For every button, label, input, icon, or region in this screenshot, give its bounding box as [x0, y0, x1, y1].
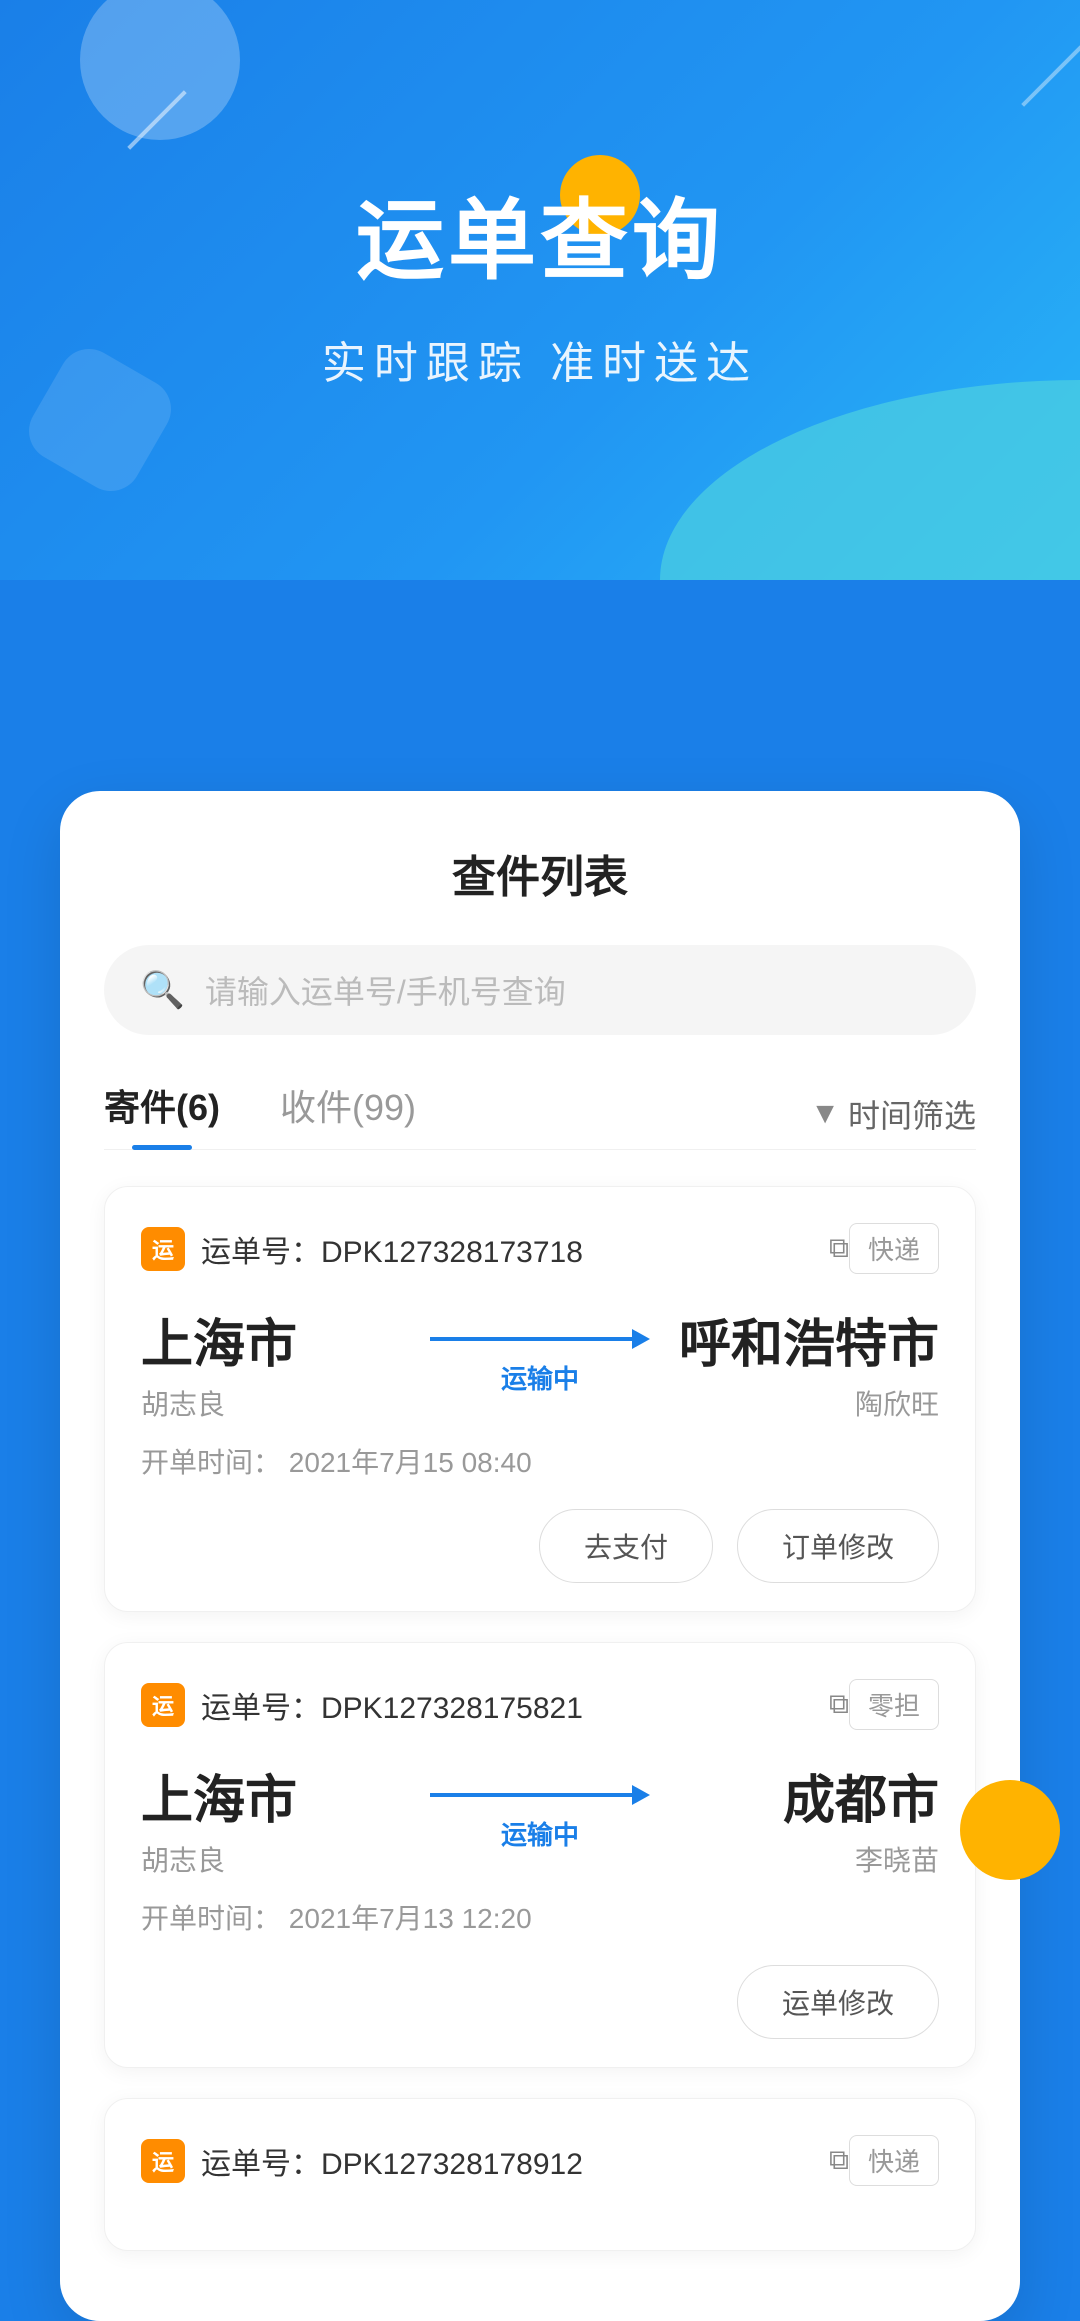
order-number-3: 运单号：DPK127328178912 — [201, 2139, 817, 2183]
arrow-head-2 — [632, 1785, 650, 1805]
card-header-1: 运 运单号：DPK127328173718 ⧉ 快递 — [141, 1223, 939, 1274]
copy-icon-2[interactable]: ⧉ — [829, 1688, 849, 1721]
search-icon: 🔍 — [140, 969, 185, 1011]
order-icon-1: 运 — [141, 1227, 185, 1271]
order-number-1: 运单号：DPK127328173718 — [201, 1227, 817, 1271]
main-card: 查件列表 🔍 请输入运单号/手机号查询 寄件(6) 收件(99) ▼ 时间筛选 … — [60, 791, 1020, 2321]
order-tag-1: 快递 — [849, 1223, 939, 1274]
order-tag-2: 零担 — [849, 1679, 939, 1730]
shipment-card-3: 运 运单号：DPK127328178912 ⧉ 快递 — [104, 2098, 976, 2251]
to-name-2: 李晓苗 — [855, 1839, 939, 1879]
from-name-2: 胡志良 — [141, 1839, 225, 1879]
order-tag-3: 快递 — [849, 2135, 939, 2186]
modify-button-1[interactable]: 订单修改 — [737, 1509, 939, 1583]
search-input-placeholder: 请输入运单号/手机号查询 — [205, 967, 566, 1013]
arrow-body-2 — [430, 1793, 632, 1797]
route-row-2: 上海市 胡志良 运输中 成都市 李晓苗 — [141, 1758, 939, 1879]
card-header-3: 运 运单号：DPK127328178912 ⧉ 快递 — [141, 2135, 939, 2186]
tab-received[interactable]: 收件(99) — [280, 1079, 416, 1149]
date-row-2: 开单时间： 2021年7月13 12:20 — [141, 1897, 939, 1937]
tabs-row: 寄件(6) 收件(99) ▼ 时间筛选 — [104, 1079, 976, 1150]
decoration-oval-teal — [660, 380, 1080, 580]
to-city-1: 呼和浩特市 — [679, 1302, 939, 1377]
decoration-orange-circle-br — [960, 1780, 1060, 1880]
route-status-2: 运输中 — [501, 1815, 579, 1852]
hero-section: 运单查询 实时跟踪 准时送达 — [0, 0, 1080, 391]
arrow-head-1 — [632, 1329, 650, 1349]
filter-icon: ▼ — [810, 1097, 840, 1131]
order-icon-3: 运 — [141, 2139, 185, 2183]
copy-icon-1[interactable]: ⧉ — [829, 1232, 849, 1265]
route-middle-2: 运输中 — [407, 1785, 673, 1852]
hero-subtitle: 实时跟踪 准时送达 — [0, 327, 1080, 391]
shipment-card-1: 运 运单号：DPK127328173718 ⧉ 快递 上海市 胡志良 运输中 呼… — [104, 1186, 976, 1612]
arrow-line-2 — [430, 1785, 650, 1805]
route-middle-1: 运输中 — [407, 1329, 673, 1396]
arrow-body-1 — [430, 1337, 632, 1341]
search-bar[interactable]: 🔍 请输入运单号/手机号查询 — [104, 945, 976, 1035]
from-city-1: 上海市 — [141, 1302, 297, 1377]
arrow-line-1 — [430, 1329, 650, 1349]
to-city-2: 成都市 — [783, 1758, 939, 1833]
action-row-2: 运单修改 — [141, 1965, 939, 2039]
card-header-2: 运 运单号：DPK127328175821 ⧉ 零担 — [141, 1679, 939, 1730]
filter-label: 时间筛选 — [848, 1091, 976, 1137]
to-name-1: 陶欣旺 — [855, 1383, 939, 1423]
shipment-card-2: 运 运单号：DPK127328175821 ⧉ 零担 上海市 胡志良 运输中 成… — [104, 1642, 976, 2068]
tab-sent[interactable]: 寄件(6) — [104, 1079, 220, 1149]
card-title: 查件列表 — [104, 841, 976, 905]
hero-title: 运单查询 — [0, 170, 1080, 297]
date-row-1: 开单时间： 2021年7月15 08:40 — [141, 1441, 939, 1481]
pay-button-1[interactable]: 去支付 — [539, 1509, 713, 1583]
order-number-2: 运单号：DPK127328175821 — [201, 1683, 817, 1727]
action-row-1: 去支付 订单修改 — [141, 1509, 939, 1583]
from-city-2: 上海市 — [141, 1758, 297, 1833]
order-icon-2: 运 — [141, 1683, 185, 1727]
from-name-1: 胡志良 — [141, 1383, 225, 1423]
modify-button-2[interactable]: 运单修改 — [737, 1965, 939, 2039]
copy-icon-3[interactable]: ⧉ — [829, 2144, 849, 2177]
route-status-1: 运输中 — [501, 1359, 579, 1396]
time-filter-button[interactable]: ▼ 时间筛选 — [810, 1091, 976, 1137]
route-row-1: 上海市 胡志良 运输中 呼和浩特市 陶欣旺 — [141, 1302, 939, 1423]
